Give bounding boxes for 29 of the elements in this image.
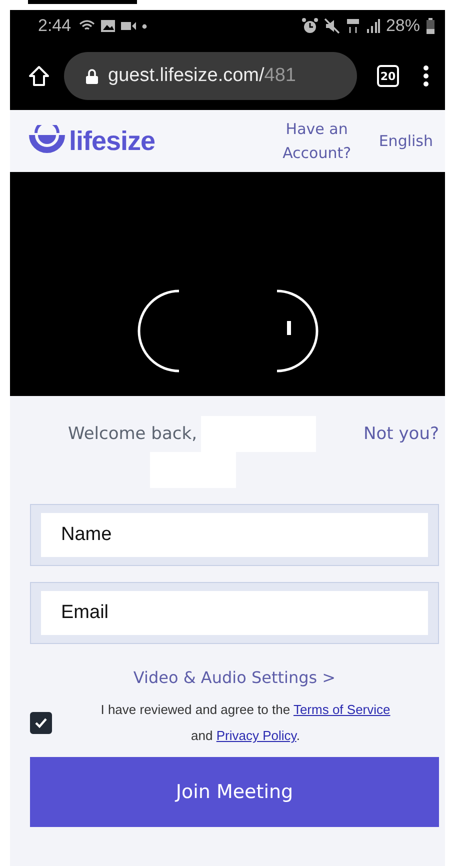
input-field[interactable]: Email — [30, 582, 439, 644]
language-link[interactable]: English — [378, 132, 433, 150]
video-camera-icon — [121, 21, 136, 31]
signal-icon — [366, 19, 380, 33]
lock-icon — [86, 68, 98, 84]
mute-icon — [324, 18, 340, 34]
settings-link[interactable]: Video & Audio Settings > — [30, 668, 439, 687]
agree-checkbox[interactable] — [30, 712, 52, 734]
tab-count-button[interactable]: 20 — [377, 65, 399, 87]
battery-level: 28% — [386, 16, 420, 36]
image-icon — [101, 20, 116, 32]
battery-icon — [426, 18, 435, 34]
account-link[interactable]: Have an Account? — [268, 117, 365, 165]
dot-icon — [142, 24, 148, 28]
alarm-icon — [302, 18, 318, 34]
input-field[interactable]: Name — [30, 504, 439, 566]
not-you-link[interactable]: Not you? — [364, 424, 439, 444]
agreement-text: I have reviewed and agree to the Terms of Service and Privacy Policy. — [100, 701, 392, 745]
address-bar[interactable]: guest.lifesize.com/481 — [64, 52, 357, 100]
logo-text: lifesize — [69, 126, 156, 156]
loading-spinner-icon — [136, 289, 318, 373]
status-time: 2:44 — [38, 16, 72, 36]
join-meeting-button[interactable]: Join Meeting — [30, 757, 439, 827]
url-text: guest.lifesize.com/481 — [108, 65, 296, 87]
home-icon[interactable] — [28, 65, 50, 87]
privacy-link[interactable]: Privacy Policy — [216, 728, 296, 743]
welcome-text: Welcome back, — [68, 424, 197, 444]
menu-icon[interactable] — [423, 65, 429, 87]
terms-link[interactable]: Terms of Service — [293, 702, 390, 717]
